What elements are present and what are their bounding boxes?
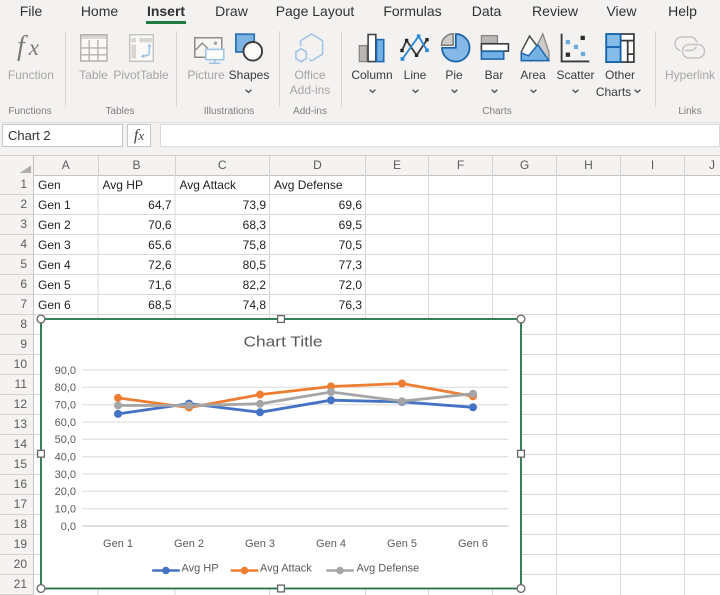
svg-text:Gen 4: Gen 4: [316, 538, 346, 550]
svg-text:Gen 1: Gen 1: [103, 538, 133, 550]
svg-text:Gen 3: Gen 3: [245, 538, 275, 550]
svg-text:50,0: 50,0: [55, 434, 76, 446]
svg-text:Avg Attack: Avg Attack: [260, 562, 312, 574]
svg-text:70,0: 70,0: [55, 400, 76, 412]
svg-text:80,0: 80,0: [55, 382, 76, 394]
svg-text:30,0: 30,0: [55, 469, 76, 481]
svg-text:90,0: 90,0: [55, 365, 76, 377]
svg-text:40,0: 40,0: [55, 452, 76, 464]
svg-text:Gen 6: Gen 6: [458, 538, 488, 550]
svg-text:Avg HP: Avg HP: [182, 562, 219, 574]
svg-text:Avg Defense: Avg Defense: [357, 562, 420, 574]
svg-text:Gen 2: Gen 2: [174, 538, 204, 550]
svg-text:0,0: 0,0: [61, 521, 76, 533]
svg-text:60,0: 60,0: [55, 417, 76, 429]
svg-text:Gen 5: Gen 5: [387, 538, 417, 550]
svg-text:10,0: 10,0: [55, 504, 76, 516]
svg-text:20,0: 20,0: [55, 486, 76, 498]
svg-text:Chart Title: Chart Title: [244, 334, 323, 351]
